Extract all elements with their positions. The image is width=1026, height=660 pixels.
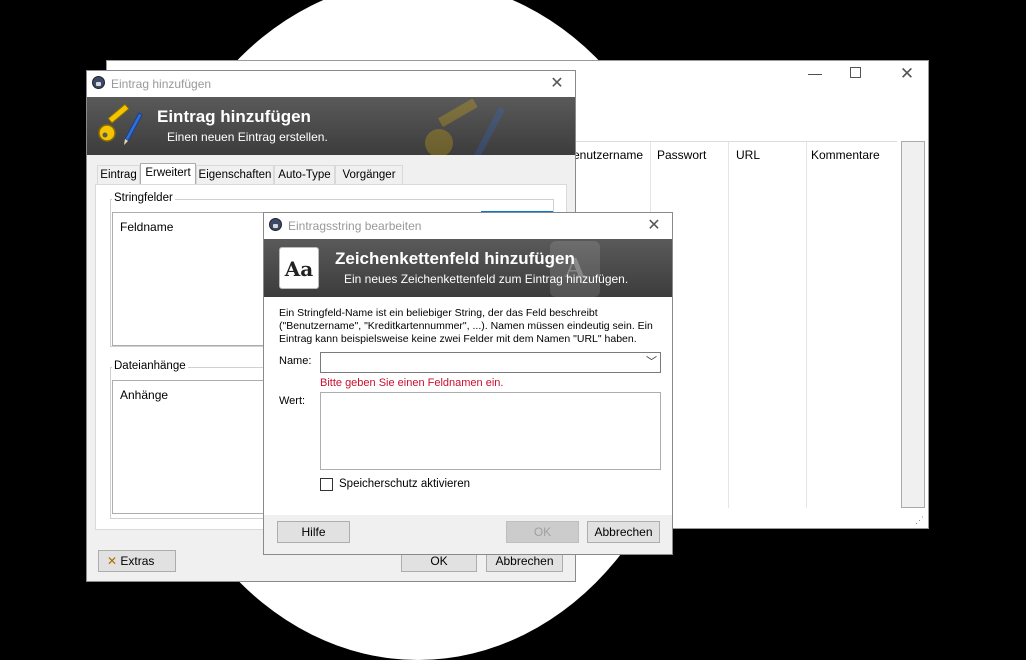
string-dialog-close-icon[interactable]: ✕ [644,216,664,236]
side-panel [901,141,925,508]
keepass-lock-icon [92,76,105,89]
entry-dialog-subtitle: Einen neuen Eintrag erstellen. [167,130,328,144]
string-dialog-subtitle: Ein neues Zeichenkettenfeld zum Eintrag … [344,272,629,286]
string-dialog-title: Eintragsstring bearbeiten [288,219,422,233]
text-field-icon-label: Aa [284,257,314,281]
minimize-button[interactable]: — [805,65,825,85]
tools-icon: ✕ [107,554,118,568]
column-comments[interactable]: Kommentare [811,148,880,162]
tab-erweitert[interactable]: Erweitert [140,163,196,185]
tab-eintrag[interactable]: Eintrag [97,165,140,184]
protect-checkbox-label[interactable]: Speicherschutz aktivieren [339,478,470,490]
string-ok-button[interactable]: OK [506,521,579,543]
extras-button-label: Extras [120,554,155,568]
text-field-icon: Aa [279,247,319,289]
maximize-button[interactable] [850,67,861,78]
tab-vorganger[interactable]: Vorgänger [335,165,403,184]
name-error-text: Bitte geben Sie einen Feldnamen ein. [320,377,504,389]
banner-watermark-icon [425,99,505,155]
string-fields-group-label: Stringfelder [112,192,175,204]
extras-button[interactable]: ✕ Extras [98,550,176,572]
entry-dialog-heading: Eintrag hinzufügen [157,107,311,126]
key-pencil-icon [98,103,143,145]
tab-eigenschaften[interactable]: Eigenschaften [196,165,274,184]
value-label: Wert: [279,395,306,407]
value-textarea[interactable] [320,392,661,470]
entry-dialog-title: Eintrag hinzufügen [111,77,212,91]
name-label: Name: [279,355,312,367]
string-dialog-titlebar[interactable]: Eintragsstring bearbeiten ✕ [264,213,672,239]
string-dialog: Eintragsstring bearbeiten ✕ Aa A Zeichen… [263,212,673,555]
protect-checkbox[interactable] [320,478,333,491]
string-dialog-body: Ein Stringfeld-Name ist ein beliebiger S… [264,297,672,515]
tab-auto-type[interactable]: Auto-Type [274,165,335,184]
name-combobox[interactable]: ﹀ [320,352,661,373]
keepass-lock-icon [269,218,282,231]
close-button[interactable]: ✕ [897,64,917,84]
column-field-name[interactable]: Feldname [120,220,173,234]
string-dialog-banner: Aa A Zeichenkettenfeld hinzufügen Ein ne… [264,239,672,297]
attachments-group-label: Dateianhänge [112,360,188,372]
resize-grip-icon[interactable]: ⋰ [915,515,924,526]
description-text: Ein Stringfeld-Name ist ein beliebiger S… [279,307,653,345]
chevron-down-icon[interactable]: ﹀ [646,353,657,369]
entry-tab-strip: Eintrag Erweitert Eigenschaften Auto-Typ… [97,163,567,185]
entry-dialog-banner: Eintrag hinzufügen Einen neuen Eintrag e… [87,97,575,155]
column-attachments[interactable]: Anhänge [120,388,168,402]
help-button[interactable]: Hilfe [277,521,350,543]
string-cancel-button[interactable]: Abbrechen [587,521,660,543]
string-dialog-heading: Zeichenkettenfeld hinzufügen [335,249,575,268]
column-url[interactable]: URL [736,148,760,162]
column-username[interactable]: enutzername [573,148,643,162]
entry-dialog-titlebar[interactable]: Eintrag hinzufügen ✕ [87,71,575,97]
column-password[interactable]: Passwort [657,148,706,162]
entry-dialog-close-icon[interactable]: ✕ [547,74,567,94]
